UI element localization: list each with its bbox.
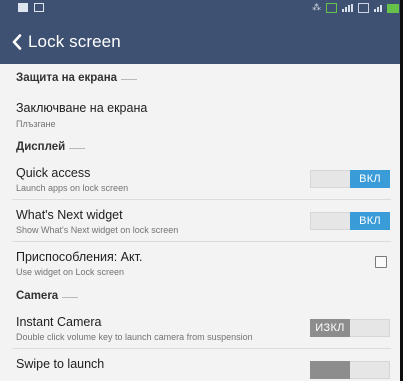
- swipe-to-launch-toggle[interactable]: [310, 361, 390, 379]
- page-title: Lock screen: [28, 32, 121, 51]
- pref-title: Заключване на екрана: [16, 101, 148, 115]
- pref-swipe-to-launch[interactable]: Swipe to launch: [0, 349, 403, 381]
- toggle-label: ВКЛ: [350, 212, 390, 230]
- battery-icon: [387, 3, 399, 13]
- pref-widgets-enabled[interactable]: Приспособления: Акт. Use widget on Lock …: [0, 242, 403, 284]
- toggle-label: ВКЛ: [350, 170, 390, 188]
- back-button[interactable]: [0, 20, 28, 64]
- pref-instant-camera[interactable]: Instant Camera Double click volume key t…: [0, 307, 403, 349]
- toolbar: Lock screen: [0, 20, 403, 64]
- screenshot-icon: [34, 2, 44, 12]
- section-divider: [121, 79, 138, 80]
- section-header-label: Дисплей: [16, 140, 66, 153]
- instant-camera-toggle[interactable]: ИЗКЛ: [310, 319, 390, 337]
- sim-icon: [358, 3, 369, 13]
- quick-access-toggle[interactable]: ВКЛ: [310, 170, 390, 188]
- status-bar: ⁂: [0, 0, 403, 20]
- pref-title: Swipe to launch: [16, 357, 105, 371]
- pref-summary: Launch apps on lock screen: [16, 183, 129, 193]
- pref-summary: Плъзгане: [16, 119, 56, 129]
- whats-next-widget-toggle[interactable]: ВКЛ: [310, 212, 390, 230]
- pref-title: Приспособления: Акт.: [16, 250, 143, 264]
- section-header-label: Camera: [16, 289, 59, 302]
- section-header-screen-security: Защита на екрана: [0, 64, 403, 91]
- notification-icons: [18, 2, 44, 12]
- pref-title: What's Next widget: [16, 208, 123, 222]
- section-divider: [69, 148, 86, 149]
- section-header-display: Дисплей: [0, 135, 403, 158]
- pref-quick-access[interactable]: Quick access Launch apps on lock screen …: [0, 158, 403, 200]
- section-header-camera: Camera: [0, 284, 403, 307]
- pref-title: Quick access: [16, 166, 91, 180]
- notification-icon: [18, 2, 28, 12]
- pref-summary: Show What's Next widget on lock screen: [16, 225, 179, 235]
- toggle-label: [310, 361, 350, 379]
- pref-whats-next-widget[interactable]: What's Next widget Show What's Next widg…: [0, 200, 403, 242]
- toggle-label: ИЗКЛ: [310, 319, 350, 337]
- pref-screen-lock[interactable]: Заключване на екрана Плъзгане: [0, 91, 403, 135]
- vibrate-icon: [326, 3, 337, 13]
- section-divider: [62, 297, 79, 298]
- pref-summary: Use widget on Lock screen: [16, 267, 125, 277]
- pref-title: Instant Camera: [16, 315, 102, 329]
- signal-icon: [342, 4, 353, 12]
- widgets-checkbox[interactable]: [375, 256, 387, 268]
- signal-2-icon: [374, 4, 382, 12]
- section-header-label: Защита на екрана: [16, 71, 118, 84]
- settings-list: Защита на екрана Заключване на екрана Пл…: [0, 64, 403, 381]
- pref-summary: Double click volume key to launch camera…: [16, 332, 253, 342]
- lock-screen-settings: ⁂ Lock screen Защита на екрана Заключван…: [0, 0, 403, 381]
- bluetooth-icon: ⁂: [312, 3, 321, 13]
- chevron-left-icon: [12, 34, 22, 50]
- system-icons: ⁂: [312, 2, 399, 14]
